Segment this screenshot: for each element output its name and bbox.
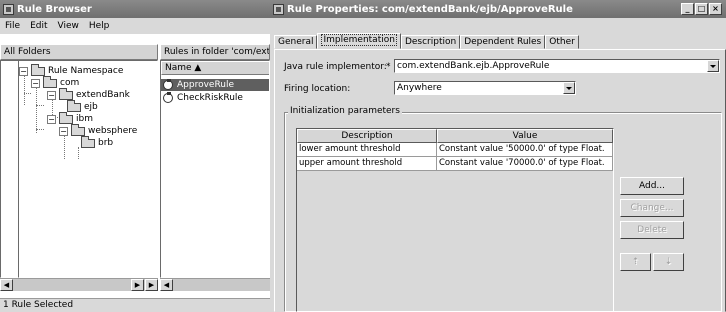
rule-item-label: ApproveRule	[177, 80, 235, 90]
chevron-down-icon[interactable]	[563, 82, 575, 94]
rule-browser-title: Rule Browser	[17, 3, 92, 15]
rules-list-pane[interactable]: Name ▲ ApproveRule CheckRiskRule	[160, 60, 270, 278]
collapse-icon[interactable]: −	[47, 90, 56, 100]
move-up-button[interactable]: ⇡	[620, 253, 651, 271]
close-icon[interactable]: ×	[709, 3, 722, 15]
open-folder-icon	[67, 99, 81, 112]
tree-item-websphere[interactable]: − websphere	[59, 123, 138, 137]
tab-other[interactable]: Other	[545, 35, 579, 49]
scroll-right-icon[interactable]: ▶	[131, 279, 144, 291]
tab-general[interactable]: General	[274, 35, 318, 49]
minimize-icon[interactable]: _	[681, 3, 694, 15]
scroll-left-icon[interactable]: ◀	[160, 279, 173, 291]
rule-item-selected[interactable]: ApproveRule	[161, 79, 269, 91]
tree-item-label: Rule Namespace	[48, 66, 124, 76]
table-cell: Constant value '50000.0' of type Float.	[437, 143, 613, 157]
tab-label: Dependent Rules	[464, 37, 542, 47]
add-button[interactable]: Add...	[620, 177, 684, 195]
collapse-icon[interactable]: −	[19, 66, 28, 76]
folder-tree-gutter	[0, 60, 18, 278]
rule-browser-titlebar[interactable]: Rule Browser	[0, 0, 270, 18]
table-cell: upper amount threshold	[297, 157, 437, 171]
initialization-parameters-title: Initialization parameters	[288, 106, 402, 116]
tree-item-label: brb	[98, 138, 114, 148]
open-folder-icon	[71, 123, 85, 136]
collapse-icon[interactable]: −	[47, 114, 56, 124]
tab-label: Implementation	[321, 34, 397, 46]
rule-icon	[163, 92, 173, 103]
column-header-description[interactable]: Description	[297, 129, 437, 143]
java-implementor-combo[interactable]: com.extendBank.ejb.ApproveRule	[394, 59, 720, 73]
java-implementor-value: com.extendBank.ejb.ApproveRule	[397, 61, 550, 71]
tree-item-label: ejb	[84, 102, 98, 112]
tree-item-extendbank[interactable]: − extendBank	[47, 87, 130, 101]
arrow-up-icon: ⇡	[631, 257, 640, 267]
table-cell: Constant value '70000.0' of type Float.	[437, 157, 613, 171]
java-implementor-label: Java rule implementor:	[284, 62, 387, 72]
tree-item-label: ibm	[76, 114, 93, 124]
delete-button[interactable]: Delete	[620, 221, 684, 239]
menu-view[interactable]: View	[58, 21, 79, 31]
tree-item-brb[interactable]: brb	[81, 135, 114, 149]
scroll-left-icon[interactable]: ◀	[0, 279, 13, 291]
tab-strip: General Implementation Description Depen…	[274, 33, 579, 49]
firing-location-value: Anywhere	[397, 83, 442, 93]
collapse-icon[interactable]: −	[59, 126, 68, 136]
change-button[interactable]: Change...	[620, 199, 684, 217]
tab-label: Description	[404, 37, 457, 47]
menu-edit[interactable]: Edit	[30, 21, 47, 31]
table-cell: lower amount threshold	[297, 143, 437, 157]
rule-properties-titlebar[interactable]: Rule Properties: com/extendBank/ejb/Appr…	[270, 0, 726, 18]
rule-properties-title: Rule Properties: com/extendBank/ejb/Appr…	[287, 3, 573, 15]
tab-label: Other	[549, 37, 575, 47]
tab-dependent-rules[interactable]: Dependent Rules	[460, 35, 546, 49]
move-down-button[interactable]: ⇣	[653, 253, 684, 271]
maximize-icon[interactable]: □	[695, 3, 708, 15]
rules-in-folder-header: Rules in folder 'com/exter	[160, 44, 270, 60]
name-column-header[interactable]: Name ▲	[161, 61, 269, 75]
tree-item-rule-namespace[interactable]: − Rule Namespace	[19, 63, 124, 77]
tree-item-ibm[interactable]: − ibm	[47, 111, 93, 125]
arrow-down-icon: ⇣	[664, 257, 673, 267]
tab-description[interactable]: Description	[400, 35, 461, 49]
open-folder-icon	[81, 135, 95, 148]
rules-list-hscrollbar[interactable]: ◀	[160, 278, 270, 291]
rule-browser-menubar: File Edit View Help	[0, 18, 270, 34]
rule-icon	[163, 79, 173, 90]
firing-location-select[interactable]: Anywhere	[394, 81, 576, 95]
menu-file[interactable]: File	[5, 21, 20, 31]
tree-item-label: extendBank	[76, 90, 130, 100]
scroll-right-icon[interactable]: ▶	[145, 279, 158, 291]
rule-item-label: CheckRiskRule	[177, 93, 243, 103]
menu-help[interactable]: Help	[89, 21, 110, 31]
firing-location-label: Firing location:	[284, 84, 351, 94]
status-bar: 1 Rule Selected	[0, 298, 270, 312]
tree-item-label: websphere	[88, 126, 138, 136]
required-marker: *	[386, 62, 391, 72]
folder-tree-hscrollbar[interactable]: ◀ ▶ ▶	[0, 278, 158, 291]
column-header-value[interactable]: Value	[437, 129, 613, 143]
open-folder-icon	[59, 87, 73, 100]
rule-properties-app-icon	[273, 3, 284, 15]
tree-item-com[interactable]: − com	[31, 75, 80, 89]
open-folder-icon	[31, 63, 45, 76]
tree-item-label: com	[60, 78, 80, 88]
tab-implementation[interactable]: Implementation	[317, 33, 401, 49]
tab-label: General	[278, 37, 314, 47]
open-folder-icon	[43, 75, 57, 88]
open-folder-icon	[59, 111, 73, 124]
collapse-icon[interactable]: −	[31, 78, 40, 88]
init-params-table[interactable]: Description Value lower amount threshold…	[296, 128, 614, 312]
rule-browser-app-icon	[3, 3, 14, 15]
folder-tree-pane[interactable]: − Rule Namespace − com − extendBank ejb …	[18, 60, 158, 278]
chevron-down-icon[interactable]	[707, 60, 719, 72]
rule-item[interactable]: CheckRiskRule	[161, 92, 269, 104]
all-folders-header: All Folders	[0, 44, 158, 60]
rule-properties-window: Rule Properties: com/extendBank/ejb/Appr…	[270, 0, 726, 312]
tree-item-ejb[interactable]: ejb	[67, 99, 98, 113]
